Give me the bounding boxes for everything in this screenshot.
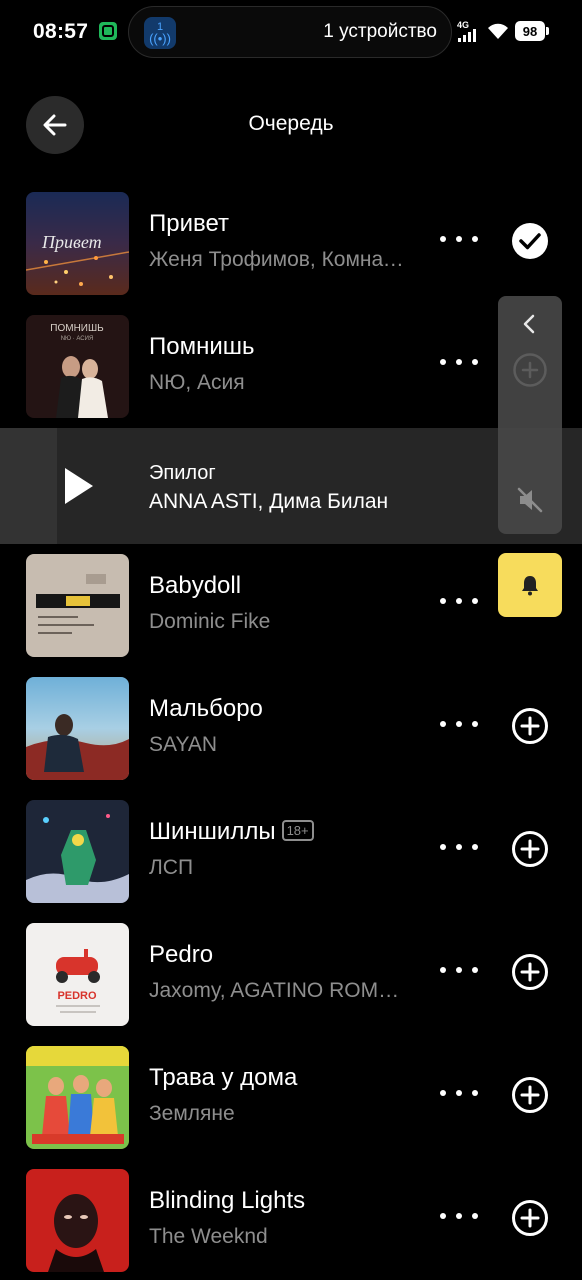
plus-circle-icon-faded (513, 353, 547, 387)
current-track-artist: ANNA ASTI, Дима Билан (149, 490, 389, 513)
chevron-left-icon[interactable] (518, 312, 542, 336)
queue-track-pedro[interactable]: PEDRO Pedro Jaxomy, AGATINO ROMERO, Raff… (0, 919, 582, 1027)
battery-level: 98 (522, 23, 538, 39)
track-artist: The Weeknd (149, 1225, 268, 1248)
bell-icon (522, 576, 538, 596)
wifi-icon (488, 23, 508, 39)
queue-track-babydoll[interactable]: Babydoll Dominic Fike (0, 550, 582, 658)
track-title: Blinding Lights (149, 1187, 306, 1214)
more-options-button[interactable] (440, 1209, 478, 1223)
more-options-button[interactable] (440, 1086, 478, 1100)
queue-track-shinshilly[interactable]: Шиншиллы 18+ ЛСП (0, 796, 582, 904)
dynamic-island[interactable]: 1 ((•)) 1 устройство (128, 6, 452, 58)
bell-button[interactable] (498, 553, 562, 617)
more-options-button[interactable] (440, 963, 478, 977)
album-cover-pedro: PEDRO (26, 923, 129, 1026)
cover-pedro-text: PEDRO (57, 990, 97, 1002)
more-options-button[interactable] (440, 717, 478, 731)
signal-icon (458, 29, 476, 42)
queue-track-privet[interactable]: Привет Привет Женя Трофимов, Комната кул… (0, 188, 582, 296)
album-cover-privet: Привет (26, 192, 129, 295)
track-title: Трава у дома (149, 1064, 298, 1091)
more-options-button[interactable] (440, 840, 478, 854)
track-title: Привет (149, 210, 230, 237)
status-time: 08:57 (33, 20, 89, 43)
current-track-title: Эпилог (149, 462, 216, 484)
album-cover-babydoll (26, 554, 129, 657)
track-artist: NЮ, Асия (149, 371, 245, 394)
current-track-highlight (0, 428, 57, 544)
track-artist: Dominic Fike (149, 610, 271, 633)
track-artist: ЛСП (149, 856, 194, 879)
plus-circle-icon[interactable] (511, 1199, 549, 1237)
cover-pomnish-sub: NЮ · АСИЯ (61, 336, 94, 342)
more-options-button[interactable] (440, 232, 478, 246)
plus-circle-icon[interactable] (511, 953, 549, 991)
track-title: Помнишь (149, 333, 255, 360)
track-artist: SAYAN (149, 733, 218, 756)
battery-icon: 98 (515, 21, 545, 41)
album-cover-pomnish: ПОМНИШЬ NЮ · АСИЯ (26, 315, 129, 418)
album-cover-shinshilly (26, 800, 129, 903)
track-artist: Женя Трофимов, Комната культуры (149, 248, 411, 271)
current-track-row[interactable]: Эпилог ANNA ASTI, Дима Билан (0, 428, 582, 544)
notification-app-icon (99, 22, 117, 40)
queue-track-trava-u-doma[interactable]: Трава у дома Земляне (0, 1042, 582, 1150)
track-artist: Земляне (149, 1102, 235, 1125)
island-device-count: 1 устройство (323, 21, 437, 42)
check-icon[interactable] (511, 222, 549, 260)
status-bar: 08:57 1 ((•)) 1 устройство 4G 98 (0, 0, 582, 64)
cover-pomnish-text: ПОМНИШЬ (50, 323, 104, 334)
album-cover-malboro (26, 677, 129, 780)
cover-privet-text: Привет (41, 232, 102, 252)
broadcast-icon: 1 ((•)) (144, 17, 176, 49)
more-options-button[interactable] (440, 594, 478, 608)
explicit-badge: 18+ (281, 820, 314, 841)
track-title-text: Шиншиллы (149, 818, 276, 845)
volume-panel[interactable] (498, 296, 562, 534)
plus-circle-icon[interactable] (511, 1076, 549, 1114)
track-title: Babydoll (149, 572, 242, 599)
album-cover-blinding-lights (26, 1169, 129, 1272)
plus-circle-icon[interactable] (511, 707, 549, 745)
queue-track-malboro[interactable]: Мальборо SAYAN (0, 673, 582, 781)
track-artist: Jaxomy, AGATINO ROMERO, Raffaella Carrà (149, 979, 411, 1002)
track-title: Pedro (149, 941, 214, 968)
track-title: Шиншиллы 18+ (149, 818, 314, 846)
volume-mute-icon[interactable] (516, 486, 544, 514)
queue-track-pomnish[interactable]: ПОМНИШЬ NЮ · АСИЯ Помнишь NЮ, Асия (0, 311, 582, 419)
queue-track-blinding-lights[interactable]: Blinding Lights The Weeknd (0, 1165, 582, 1273)
album-cover-trava (26, 1046, 129, 1149)
page-title: Очередь (248, 112, 334, 135)
battery-tip (546, 27, 549, 35)
plus-circle-icon[interactable] (511, 830, 549, 868)
play-icon[interactable] (62, 466, 96, 506)
track-title: Мальборо (149, 695, 263, 722)
more-options-button[interactable] (440, 355, 478, 369)
